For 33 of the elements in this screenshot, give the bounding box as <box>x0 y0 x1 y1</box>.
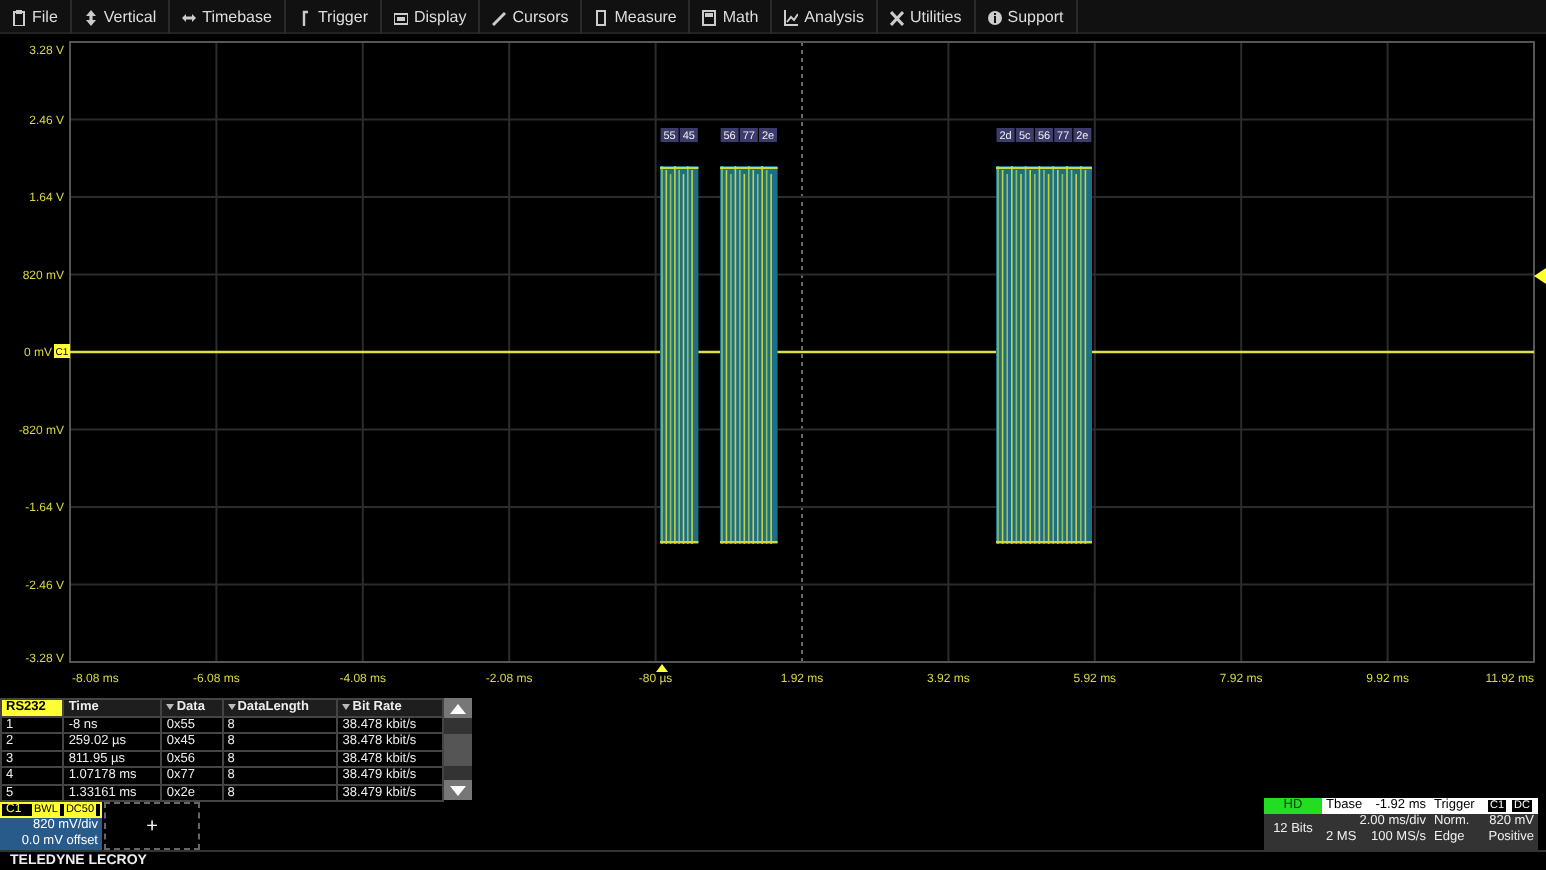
scrollbar-thumb[interactable] <box>444 733 472 765</box>
caret-icon[interactable] <box>227 704 236 711</box>
menu-item[interactable]: Timebase <box>170 0 286 34</box>
menu-item[interactable]: File <box>0 0 72 34</box>
trigger-icon <box>297 9 312 25</box>
add-channel-button[interactable]: + <box>104 802 200 850</box>
chart-icon <box>784 9 799 25</box>
caret-icon[interactable] <box>166 704 175 711</box>
menu-item[interactable]: Trigger <box>285 0 382 34</box>
menu-item[interactable]: Support <box>975 0 1078 34</box>
horizontal-arrow-icon <box>182 9 197 25</box>
menu-item[interactable]: Math <box>690 0 773 34</box>
trigger-level-marker[interactable] <box>1534 268 1546 284</box>
calculator-icon <box>702 9 717 25</box>
menu-item[interactable]: Analysis <box>772 0 878 34</box>
menu-item[interactable]: Measure <box>582 0 691 34</box>
clipboard-icon <box>12 9 26 25</box>
trigger-position-marker[interactable] <box>656 664 668 672</box>
caret-icon[interactable] <box>342 704 351 711</box>
monitor-icon <box>394 9 408 25</box>
info-icon <box>987 9 1002 25</box>
menu-item[interactable]: Display <box>382 0 481 34</box>
scroll-down-button[interactable] <box>444 780 472 800</box>
cursor-icon <box>492 9 507 25</box>
tools-icon <box>889 9 904 25</box>
menu-item[interactable]: Cursors <box>480 0 583 34</box>
menu-item[interactable]: Utilities <box>877 0 976 34</box>
vertical-arrow-icon <box>83 9 98 25</box>
ruler-icon <box>594 9 609 25</box>
up-arrow-icon <box>450 703 466 713</box>
scroll-up-button[interactable] <box>444 698 472 718</box>
menu-item[interactable]: Vertical <box>71 0 171 34</box>
down-arrow-icon <box>450 785 466 795</box>
